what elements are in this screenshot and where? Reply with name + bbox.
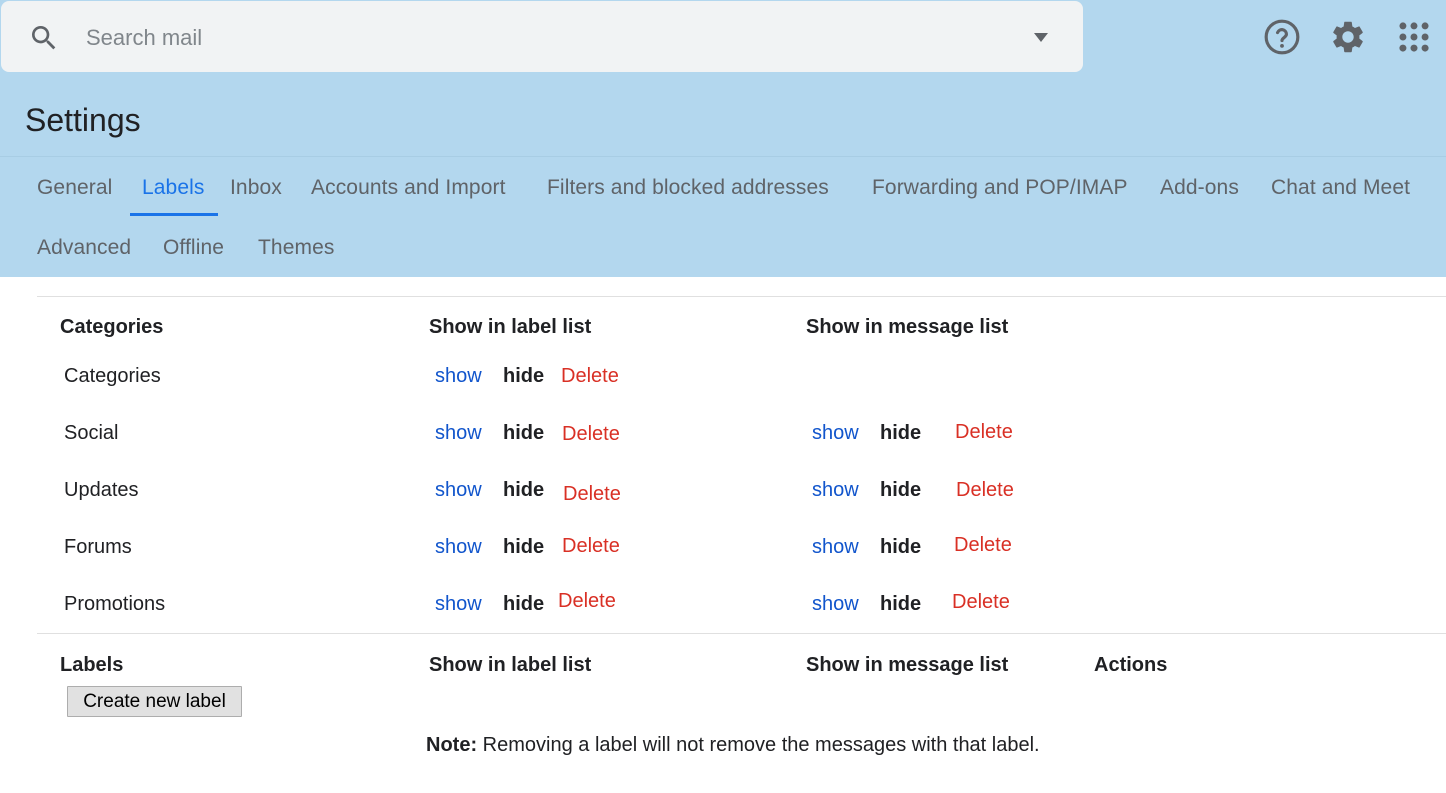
message-list-delete-link[interactable]: Delete: [954, 534, 1012, 557]
message-list-hide-link[interactable]: hide: [880, 422, 921, 445]
label-list-show-link[interactable]: show: [435, 479, 482, 502]
category-name: Promotions: [64, 593, 166, 615]
label-list-delete-link[interactable]: Delete: [563, 483, 621, 506]
label-list-show-link[interactable]: show: [435, 422, 482, 445]
tab-accounts-and-import[interactable]: Accounts and Import: [311, 176, 506, 200]
tab-chat-and-meet[interactable]: Chat and Meet: [1271, 176, 1410, 200]
category-name: Forums: [64, 536, 132, 558]
tab-filters[interactable]: Filters and blocked addresses: [547, 176, 829, 200]
show-in-label-list-heading: Show in label list: [429, 654, 592, 676]
section-divider: [37, 633, 1446, 634]
tab-offline[interactable]: Offline: [163, 236, 224, 260]
labels-note: Note: Removing a label will not remove t…: [426, 734, 1040, 757]
labels-heading: Labels: [60, 654, 124, 676]
help-icon[interactable]: [1263, 18, 1301, 56]
message-list-show-link[interactable]: show: [812, 422, 859, 445]
message-list-hide-link[interactable]: hide: [880, 593, 921, 616]
page-title: Settings: [25, 102, 141, 138]
create-new-label-button[interactable]: Create new label: [67, 686, 242, 717]
message-list-hide-link[interactable]: hide: [880, 536, 921, 559]
message-list-delete-link[interactable]: Delete: [955, 421, 1013, 444]
message-list-delete-link[interactable]: Delete: [956, 479, 1014, 502]
note-prefix: Note:: [426, 734, 478, 756]
label-list-show-link[interactable]: show: [435, 593, 482, 616]
label-list-delete-link[interactable]: Delete: [558, 590, 616, 613]
label-list-hide-link[interactable]: hide: [503, 422, 544, 445]
tab-inbox[interactable]: Inbox: [230, 176, 282, 200]
message-list-show-link[interactable]: show: [812, 536, 859, 559]
note-text: Removing a label will not remove the mes…: [477, 734, 1040, 756]
search-bar[interactable]: [1, 1, 1083, 72]
label-list-hide-link[interactable]: hide: [503, 593, 544, 616]
message-list-delete-link[interactable]: Delete: [952, 591, 1010, 614]
label-list-delete-link[interactable]: Delete: [561, 365, 619, 388]
label-list-show-link[interactable]: show: [435, 365, 482, 388]
search-input[interactable]: [86, 19, 986, 57]
categories-heading: Categories: [60, 316, 164, 338]
section-divider: [37, 296, 1446, 297]
category-name: Updates: [64, 479, 139, 501]
category-name: Categories: [64, 365, 161, 387]
label-list-hide-link[interactable]: hide: [503, 479, 544, 502]
tab-advanced[interactable]: Advanced: [37, 236, 131, 260]
apps-grid-icon[interactable]: [1395, 18, 1433, 56]
actions-heading: Actions: [1094, 654, 1168, 676]
search-options-caret-icon[interactable]: [1029, 31, 1053, 45]
active-tab-indicator: [130, 213, 218, 216]
label-list-delete-link[interactable]: Delete: [562, 423, 620, 446]
tab-add-ons[interactable]: Add-ons: [1160, 176, 1239, 200]
show-in-message-list-heading: Show in message list: [806, 316, 1009, 338]
tab-forwarding[interactable]: Forwarding and POP/IMAP: [872, 176, 1128, 200]
category-name: Social: [64, 422, 119, 444]
show-in-label-list-heading: Show in label list: [429, 316, 592, 338]
search-icon[interactable]: [28, 22, 60, 54]
message-list-show-link[interactable]: show: [812, 479, 859, 502]
show-in-message-list-heading: Show in message list: [806, 654, 1009, 676]
label-list-hide-link[interactable]: hide: [503, 365, 544, 388]
settings-content: Categories Show in label list Show in me…: [0, 277, 1446, 793]
tab-general[interactable]: General: [37, 176, 112, 200]
label-list-show-link[interactable]: show: [435, 536, 482, 559]
top-bar: [0, 0, 1446, 84]
message-list-hide-link[interactable]: hide: [880, 479, 921, 502]
message-list-show-link[interactable]: show: [812, 593, 859, 616]
settings-tabs: General Labels Inbox Accounts and Import…: [0, 157, 1446, 277]
tab-labels[interactable]: Labels: [142, 176, 204, 200]
label-list-hide-link[interactable]: hide: [503, 536, 544, 559]
tab-themes[interactable]: Themes: [258, 236, 334, 260]
gear-icon[interactable]: [1329, 18, 1367, 56]
label-list-delete-link[interactable]: Delete: [562, 535, 620, 558]
